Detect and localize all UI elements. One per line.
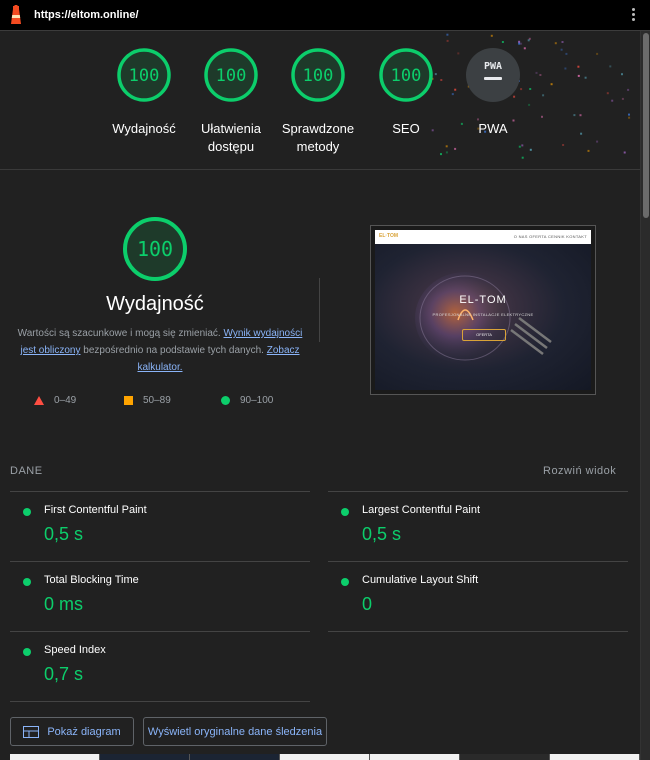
score-ring: 100 (291, 48, 345, 102)
address-bar: https://eltom.online/ (0, 0, 650, 31)
site-navbar: EL·TOM O NAS OFERTA CENNIK KONTAKT (375, 230, 591, 244)
svg-text:100: 100 (129, 66, 160, 86)
gauge-pwa[interactable]: PWA PWA (453, 47, 533, 138)
score-ring: 100 (117, 48, 171, 102)
button-label: Wyświetl oryginalne dane śledzenia (147, 725, 323, 738)
pwa-badge-icon: PWA (466, 48, 520, 102)
lighthouse-logo-icon (11, 5, 21, 24)
site-hero-title: EL-TOM (459, 294, 507, 306)
site-logo: EL·TOM (379, 233, 399, 239)
performance-title: Wydajność (106, 293, 204, 315)
view-trace-button[interactable]: Wyświetl oryginalne dane śledzenia (143, 717, 327, 746)
desc-text: Wartości są szacunkowe i mogą się zmieni… (17, 328, 224, 339)
divider (319, 278, 320, 342)
gauge-label: SEO (392, 121, 420, 136)
metric-name: Total Blocking Time (44, 574, 139, 586)
pass-dot-icon (341, 578, 349, 586)
legend-range: 90–100 (240, 395, 274, 406)
green-circle-icon (221, 396, 230, 405)
metric-tbt: Total Blocking Time 0 ms (10, 562, 310, 632)
metric-value: 0 ms (44, 594, 84, 614)
metric-name: First Contentful Paint (44, 504, 147, 516)
scrollbar[interactable] (640, 31, 650, 760)
legend-average: 50–89 (124, 395, 171, 406)
svg-text:100: 100 (137, 237, 173, 261)
scrollbar-thumb[interactable] (643, 33, 649, 218)
svg-text:PWA: PWA (484, 61, 502, 72)
metric-name: Speed Index (44, 644, 106, 656)
metric-value: 0 (362, 594, 373, 614)
metrics-heading: DANE (10, 465, 43, 477)
site-hero-subtitle: PROFESJONALNE INSTALACJE ELEKTRYCZNE (432, 312, 534, 317)
legend-range: 50–89 (143, 395, 171, 406)
gauge-seo[interactable]: 100 SEO (366, 47, 446, 138)
scores-summary: 100 Wydajność 100 Ułatwienia dostępu 100… (0, 31, 640, 170)
performance-description: Wartości są szacunkowe i mogą się zmieni… (10, 325, 310, 376)
gauge-label: Wydajność (112, 121, 176, 136)
score-ring: 100 (379, 48, 433, 102)
show-treemap-button[interactable]: Pokaż diagram (10, 717, 134, 746)
legend-pass: 90–100 (221, 395, 273, 406)
gauge-label: Ułatwienia dostępu (201, 121, 261, 154)
pass-dot-icon (23, 648, 31, 656)
page-url[interactable]: https://eltom.online/ (34, 9, 139, 21)
orange-square-icon (124, 396, 133, 405)
pass-dot-icon (23, 578, 31, 586)
svg-text:100: 100 (303, 66, 334, 86)
screenshot-image: EL·TOM O NAS OFERTA CENNIK KONTAKT EL-TO… (375, 230, 591, 390)
gauge-performance[interactable]: 100 Wydajność (104, 47, 184, 138)
final-screenshot[interactable]: EL·TOM O NAS OFERTA CENNIK KONTAKT EL-TO… (370, 225, 596, 395)
more-options-icon[interactable] (632, 8, 636, 24)
legend-range: 0–49 (54, 395, 77, 406)
metric-value: 0,5 s (44, 524, 84, 544)
gauge-label: Sprawdzone metody (281, 121, 355, 154)
metric-value: 0,7 s (44, 664, 84, 684)
lightbulb-image (415, 272, 552, 364)
metric-lcp: Largest Contentful Paint 0,5 s (328, 492, 628, 562)
performance-score-gauge: 100 (123, 217, 187, 281)
metric-name: Cumulative Layout Shift (362, 574, 479, 586)
site-hero-button: OFERTA (462, 329, 506, 341)
svg-text:100: 100 (216, 66, 247, 86)
performance-section: 100 Wydajność Wartości są szacunkowe i m… (0, 205, 640, 435)
button-label: Pokaż diagram (47, 725, 121, 738)
legend-fail: 0–49 (34, 395, 76, 406)
metric-cls: Cumulative Layout Shift 0 (328, 562, 628, 632)
svg-text:100: 100 (391, 66, 422, 86)
pass-dot-icon (23, 508, 31, 516)
metric-name: Largest Contentful Paint (362, 504, 481, 516)
gauge-accessibility[interactable]: 100 Ułatwienia dostępu (191, 47, 271, 156)
site-nav-links: O NAS OFERTA CENNIK KONTAKT (513, 234, 587, 239)
pass-dot-icon (341, 508, 349, 516)
red-triangle-icon (34, 396, 44, 405)
filmstrip (10, 754, 640, 760)
gauge-best-practices[interactable]: 100 Sprawdzone metody (278, 47, 358, 156)
desc-text: bezpośrednio na podstawie tych danych. (80, 345, 267, 356)
score-ring: 100 (204, 48, 258, 102)
expand-view-toggle[interactable]: Rozwiń widok (543, 465, 616, 477)
metric-value: 0,5 s (362, 524, 402, 544)
treemap-icon (23, 725, 40, 738)
gauge-label: PWA (478, 121, 508, 136)
metric-speed-index: Speed Index 0,7 s (10, 632, 310, 702)
metric-fcp: First Contentful Paint 0,5 s (10, 492, 310, 562)
